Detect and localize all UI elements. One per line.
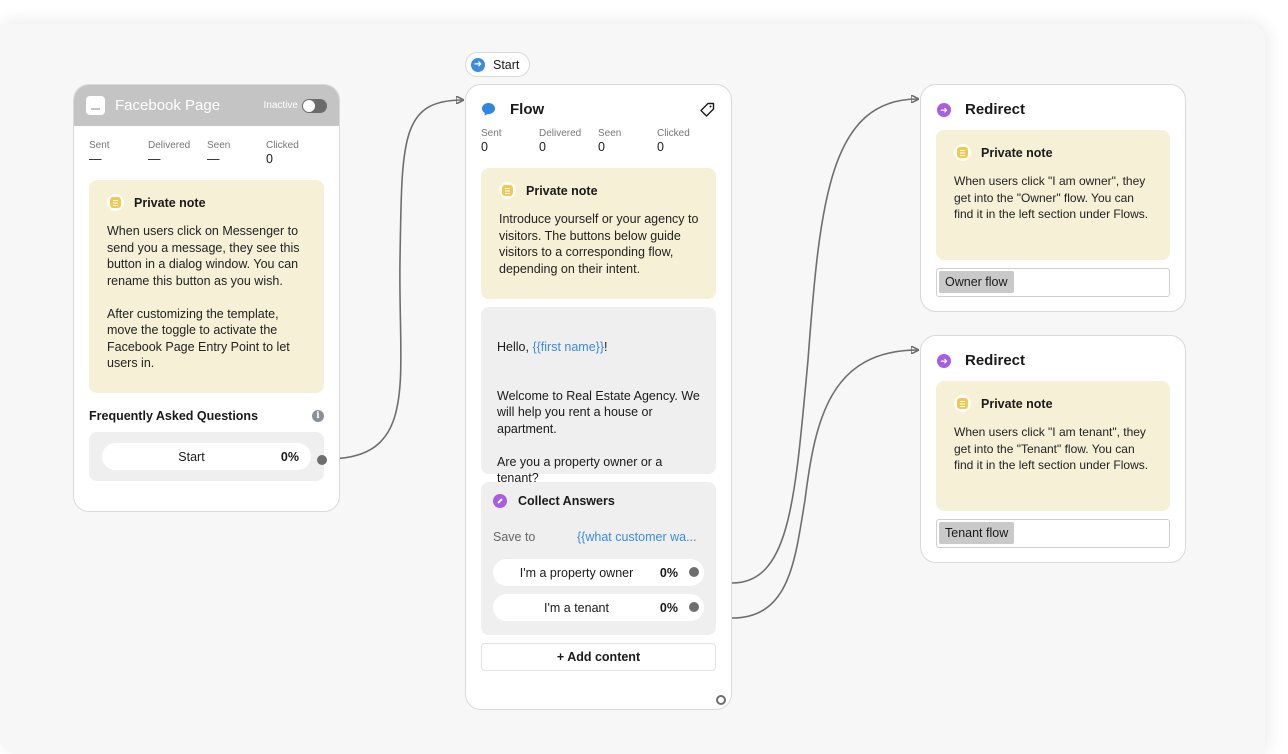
node-title: Facebook Page xyxy=(115,97,221,114)
note-title: Private note xyxy=(134,195,206,210)
add-content-button[interactable]: + Add content xyxy=(481,643,716,671)
chat-bubble-icon xyxy=(482,102,496,117)
status-label: Inactive xyxy=(263,100,298,111)
stat-seen: Seen — xyxy=(207,140,231,166)
save-to-variable[interactable]: {{what customer wa... xyxy=(577,530,697,544)
stat-seen: Seen 0 xyxy=(598,128,622,154)
target-flow-select[interactable]: Owner flow xyxy=(936,268,1170,297)
redirect-arrow-icon: ➜ xyxy=(937,353,951,368)
note-icon xyxy=(499,182,516,199)
first-name-variable: {{first name}} xyxy=(532,339,605,354)
private-note[interactable]: Private note When users click on Messeng… xyxy=(89,180,324,393)
stat-delivered: Delivered 0 xyxy=(539,128,582,154)
start-chip[interactable]: ➜ Start xyxy=(465,52,531,77)
info-icon[interactable]: i xyxy=(312,410,324,422)
stats-row: Sent — Delivered — Seen — Clicked 0 xyxy=(74,140,339,166)
private-note[interactable]: Private note When users click "I am owne… xyxy=(936,130,1170,260)
node-title: Redirect xyxy=(965,101,1026,118)
stat-clicked: Clicked 0 xyxy=(266,140,299,166)
stat-clicked: Clicked 0 xyxy=(657,128,690,154)
output-port[interactable] xyxy=(317,455,327,465)
redirect-node-owner[interactable]: ➜ Redirect Private note When users click… xyxy=(920,84,1186,312)
node-header: Facebook Page Inactive xyxy=(74,85,339,126)
note-text: When users click "I am tenant", they get… xyxy=(954,425,1149,472)
target-flow-chip[interactable]: Tenant flow xyxy=(939,522,1015,544)
faq-title: Frequently Asked Questions xyxy=(89,409,259,423)
output-port[interactable] xyxy=(689,602,699,612)
facebook-page-icon xyxy=(86,96,105,115)
note-icon xyxy=(954,395,971,412)
note-text: When users click on Messenger to send yo… xyxy=(107,224,300,370)
answer-button-owner[interactable]: I'm a property owner 0% xyxy=(493,559,704,586)
note-title: Private note xyxy=(981,145,1053,160)
facebook-page-node[interactable]: Facebook Page Inactive Sent — Delivered … xyxy=(73,84,340,512)
node-header: ➜ Redirect xyxy=(921,336,1185,369)
redirect-arrow-icon: ➜ xyxy=(937,102,951,117)
arrow-right-icon: ➜ xyxy=(471,57,485,72)
note-text: When users click "I am owner", they get … xyxy=(954,174,1149,221)
private-note[interactable]: Private note Introduce yourself or your … xyxy=(481,168,716,299)
note-title: Private note xyxy=(526,183,598,198)
message-body: Welcome to Real Estate Agency. We will h… xyxy=(497,388,700,486)
node-header: Flow xyxy=(466,85,731,118)
activate-toggle[interactable] xyxy=(302,98,327,113)
collect-answers-block[interactable]: Collect Answers Save to {{what customer … xyxy=(481,482,716,635)
target-flow-chip[interactable]: Owner flow xyxy=(939,271,1014,293)
next-step-port[interactable] xyxy=(716,695,726,705)
stats-row: Sent 0 Delivered 0 Seen 0 Clicked 0 xyxy=(466,128,731,154)
collect-title: Collect Answers xyxy=(518,494,615,508)
output-port[interactable] xyxy=(689,567,699,577)
private-note[interactable]: Private note When users click "I am tena… xyxy=(936,381,1170,511)
flow-node[interactable]: Flow Sent 0 Delivered 0 Seen 0 Clicked 0… xyxy=(465,84,732,710)
answer-button-tenant[interactable]: I'm a tenant 0% xyxy=(493,594,704,621)
text-message[interactable]: Hello, {{first name}}! Welcome to Real E… xyxy=(481,307,716,485)
node-header: ➜ Redirect xyxy=(921,85,1185,118)
faq-start-button[interactable]: Start 0% xyxy=(102,443,311,470)
note-icon xyxy=(107,194,124,211)
node-title: Flow xyxy=(510,101,545,118)
stat-delivered: Delivered — xyxy=(148,140,191,166)
note-text: Introduce yourself or your agency to vis… xyxy=(499,212,699,276)
pencil-icon xyxy=(493,494,507,508)
redirect-node-tenant[interactable]: ➜ Redirect Private note When users click… xyxy=(920,335,1186,563)
target-flow-select[interactable]: Tenant flow xyxy=(936,519,1170,548)
greeting-line: Hello, {{first name}}! xyxy=(497,339,608,354)
note-title: Private note xyxy=(981,396,1053,411)
tag-icon[interactable] xyxy=(699,102,715,118)
stat-sent: Sent 0 xyxy=(481,128,502,154)
faq-box: Start 0% xyxy=(89,432,324,481)
node-title: Redirect xyxy=(965,352,1026,369)
save-to-label: Save to xyxy=(493,530,536,544)
stat-sent: Sent — xyxy=(89,140,110,166)
note-icon xyxy=(954,144,971,161)
